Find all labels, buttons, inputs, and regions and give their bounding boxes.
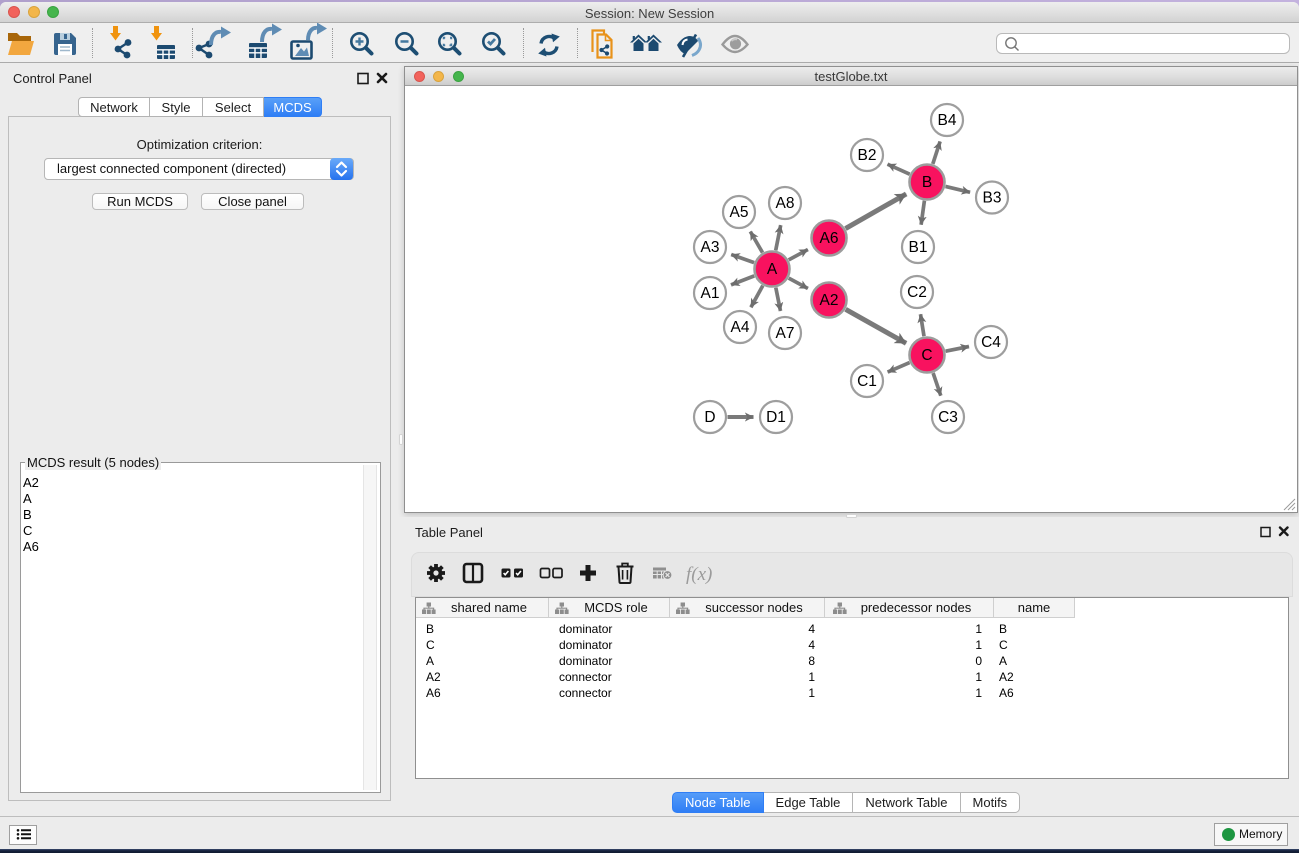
svg-text:A5: A5	[730, 204, 749, 221]
svg-text:B: B	[922, 174, 932, 191]
svg-text:B3: B3	[983, 190, 1002, 207]
svg-text:C2: C2	[907, 284, 927, 301]
svg-text:A1: A1	[701, 285, 720, 302]
svg-text:A2: A2	[820, 292, 839, 309]
svg-text:B1: B1	[909, 239, 928, 256]
svg-text:C1: C1	[857, 373, 877, 390]
svg-text:D1: D1	[766, 409, 786, 426]
svg-text:D: D	[704, 409, 715, 426]
svg-text:A4: A4	[731, 319, 750, 336]
svg-text:C4: C4	[981, 334, 1001, 351]
svg-text:B4: B4	[938, 112, 957, 129]
svg-text:B2: B2	[858, 147, 877, 164]
svg-text:A8: A8	[776, 195, 795, 212]
svg-text:C: C	[921, 347, 932, 364]
svg-text:A6: A6	[820, 230, 839, 247]
svg-text:A7: A7	[776, 325, 795, 342]
svg-text:A: A	[767, 261, 778, 278]
svg-text:A3: A3	[701, 239, 720, 256]
svg-text:f(x): f(x)	[686, 564, 712, 585]
svg-text:C3: C3	[938, 409, 958, 426]
